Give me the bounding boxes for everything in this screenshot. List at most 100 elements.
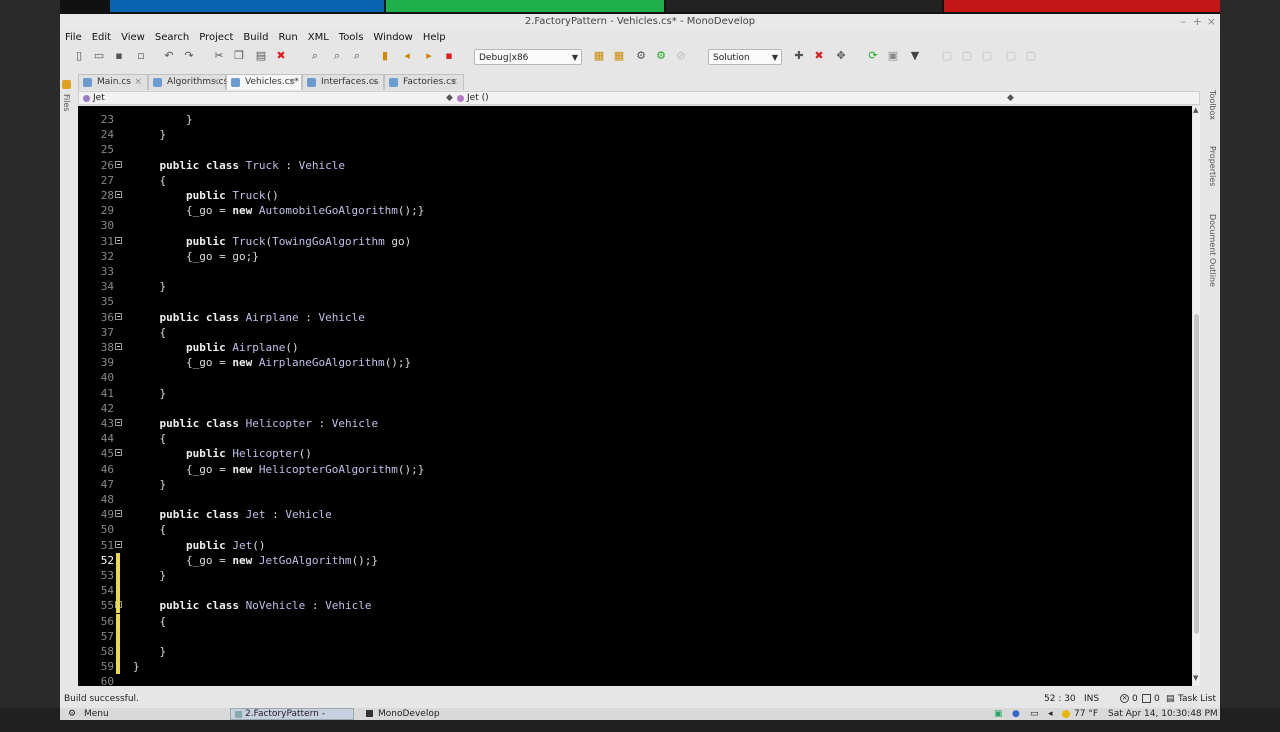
code-line[interactable]: 56 { bbox=[78, 614, 1192, 629]
undo-icon[interactable]: ↶ bbox=[162, 49, 176, 63]
fold-toggle-icon[interactable] bbox=[115, 343, 122, 350]
menu-window[interactable]: Window bbox=[368, 30, 417, 46]
files-pad-label[interactable]: Files bbox=[62, 94, 71, 112]
close-icon[interactable]: × bbox=[134, 75, 142, 90]
code-line[interactable]: 43 public class Helicopter : Vehicle bbox=[78, 416, 1192, 431]
minimize-icon[interactable]: – bbox=[1181, 15, 1187, 28]
scroll-down-icon[interactable]: ▼ bbox=[1193, 674, 1198, 682]
code-line[interactable]: 23 } bbox=[78, 112, 1192, 127]
code-line[interactable]: 30 bbox=[78, 218, 1192, 233]
new-solution-icon[interactable]: ▭ bbox=[92, 49, 106, 63]
code-line[interactable]: 36 public class Airplane : Vehicle bbox=[78, 310, 1192, 325]
menu-file[interactable]: File bbox=[60, 30, 87, 46]
refresh-icon[interactable]: ⟳ bbox=[866, 49, 880, 63]
maximize-icon[interactable]: + bbox=[1193, 15, 1202, 28]
code-editor[interactable]: 23 } 24 } 25 26 public class Truck : Vehicl… bbox=[78, 106, 1192, 686]
toolbox-pad-label[interactable]: Toolbox bbox=[1208, 90, 1217, 120]
menu-project[interactable]: Project bbox=[194, 30, 238, 46]
code-line[interactable]: 32 {_go = go;} bbox=[78, 249, 1192, 264]
volume-icon[interactable]: ◂ bbox=[1048, 708, 1053, 720]
add-icon[interactable]: ✚ bbox=[792, 49, 806, 63]
copy-icon[interactable]: ❐ bbox=[232, 49, 246, 63]
code-line[interactable]: 54 bbox=[78, 583, 1192, 598]
delete-icon[interactable]: ✖ bbox=[274, 49, 288, 63]
start-menu-button[interactable]: Menu bbox=[84, 708, 109, 720]
document-outline-pad-label[interactable]: Document Outline bbox=[1208, 214, 1217, 287]
code-line[interactable]: 51 public Jet() bbox=[78, 538, 1192, 553]
code-line[interactable]: 46 {_go = new HelicopterGoAlgorithm();} bbox=[78, 462, 1192, 477]
properties-pad-label[interactable]: Properties bbox=[1208, 146, 1217, 186]
code-line[interactable]: 40 bbox=[78, 370, 1192, 385]
tab-algorithms-cs[interactable]: Algorithms.cs × bbox=[148, 74, 228, 90]
close-icon[interactable]: × bbox=[212, 75, 220, 90]
gear-icon[interactable]: ⚙ bbox=[68, 708, 76, 720]
code-line[interactable]: 27 { bbox=[78, 173, 1192, 188]
fold-toggle-icon[interactable] bbox=[115, 449, 122, 457]
menu-tools[interactable]: Tools bbox=[334, 30, 369, 46]
files-pad-icon[interactable] bbox=[62, 80, 71, 89]
fold-toggle-icon[interactable] bbox=[115, 540, 122, 548]
info-icon[interactable]: ● bbox=[1012, 708, 1020, 720]
network-icon[interactable]: ▣ bbox=[994, 708, 1003, 720]
redo-icon[interactable]: ↷ bbox=[182, 49, 196, 63]
close-icon[interactable]: × bbox=[288, 75, 296, 90]
weather-icon[interactable] bbox=[1062, 710, 1070, 718]
warning-icon[interactable] bbox=[1142, 694, 1151, 703]
code-line[interactable]: 59} bbox=[78, 659, 1192, 674]
next-bookmark-icon[interactable]: ▸ bbox=[422, 49, 436, 63]
code-line[interactable]: 38 public Airplane() bbox=[78, 340, 1192, 355]
expand-icon[interactable]: ▣ bbox=[886, 49, 900, 63]
close-icon[interactable]: × bbox=[450, 75, 458, 90]
dropdown-arrow-icon[interactable]: ▼ bbox=[908, 49, 922, 63]
tab-main-cs[interactable]: Main.cs × bbox=[78, 74, 148, 90]
scrollbar-thumb[interactable] bbox=[1194, 314, 1199, 634]
menu-run[interactable]: Run bbox=[274, 30, 303, 46]
remove-icon[interactable]: ✖ bbox=[812, 49, 826, 63]
code-line[interactable]: 49 public class Jet : Vehicle bbox=[78, 507, 1192, 522]
task-list-icon[interactable]: ▤ bbox=[1166, 690, 1175, 708]
menu-help[interactable]: Help bbox=[418, 30, 451, 46]
error-count[interactable]: 0 bbox=[1132, 690, 1138, 708]
move-icon[interactable]: ✥ bbox=[834, 49, 848, 63]
code-line[interactable]: 44 { bbox=[78, 431, 1192, 446]
code-line[interactable]: 29 {_go = new AutomobileGoAlgorithm();} bbox=[78, 203, 1192, 218]
fold-toggle-icon[interactable] bbox=[115, 312, 122, 320]
code-line[interactable]: 60 bbox=[78, 674, 1192, 686]
rebuild-icon[interactable]: ▦ bbox=[612, 49, 626, 63]
tab-factories-cs[interactable]: Factories.cs × bbox=[384, 74, 464, 90]
menu-xml[interactable]: XML bbox=[303, 30, 334, 46]
close-icon[interactable]: × bbox=[370, 75, 378, 90]
code-line[interactable]: 28 public Truck() bbox=[78, 188, 1192, 203]
error-icon[interactable]: × bbox=[1120, 694, 1129, 703]
code-line[interactable]: 42 bbox=[78, 401, 1192, 416]
prev-bookmark-icon[interactable]: ◂ bbox=[400, 49, 414, 63]
code-line[interactable]: 52 {_go = new JetGoAlgorithm();} bbox=[78, 553, 1192, 568]
configuration-select[interactable]: Debug|x86 ▼ bbox=[474, 49, 582, 65]
fold-toggle-icon[interactable] bbox=[115, 191, 122, 198]
save-all-icon[interactable]: ▫ bbox=[134, 49, 148, 63]
tab-interfaces-cs[interactable]: Interfaces.cs × bbox=[302, 74, 384, 90]
cut-icon[interactable]: ✂ bbox=[212, 49, 226, 63]
scope-select[interactable]: Solution ▼ bbox=[708, 49, 782, 65]
menu-edit[interactable]: Edit bbox=[87, 30, 116, 46]
fold-toggle-icon[interactable] bbox=[115, 419, 122, 426]
code-line[interactable]: 31 public Truck(TowingGoAlgorithm go) bbox=[78, 234, 1192, 249]
replace-icon[interactable]: ⌕ bbox=[350, 49, 364, 63]
new-file-icon[interactable]: ▯ bbox=[72, 49, 86, 63]
fold-toggle-icon[interactable] bbox=[115, 510, 122, 518]
close-icon[interactable]: × bbox=[1207, 15, 1216, 28]
fold-toggle-icon[interactable] bbox=[115, 160, 122, 168]
code-line[interactable]: 50 { bbox=[78, 522, 1192, 537]
code-line[interactable]: 58 } bbox=[78, 644, 1192, 659]
clear-bookmarks-icon[interactable]: ▪ bbox=[442, 49, 456, 63]
code-line[interactable]: 35 bbox=[78, 294, 1192, 309]
code-line[interactable]: 57 bbox=[78, 629, 1192, 644]
code-line[interactable]: 33 bbox=[78, 264, 1192, 279]
menu-search[interactable]: Search bbox=[150, 30, 194, 46]
build-icon[interactable]: ▦ bbox=[592, 49, 606, 63]
find-icon[interactable]: ⌕ bbox=[308, 49, 322, 63]
fold-toggle-icon[interactable] bbox=[115, 236, 122, 244]
find-in-files-icon[interactable]: ⌕ bbox=[330, 49, 344, 63]
menu-build[interactable]: Build bbox=[238, 30, 273, 46]
code-line[interactable]: 25 bbox=[78, 142, 1192, 157]
